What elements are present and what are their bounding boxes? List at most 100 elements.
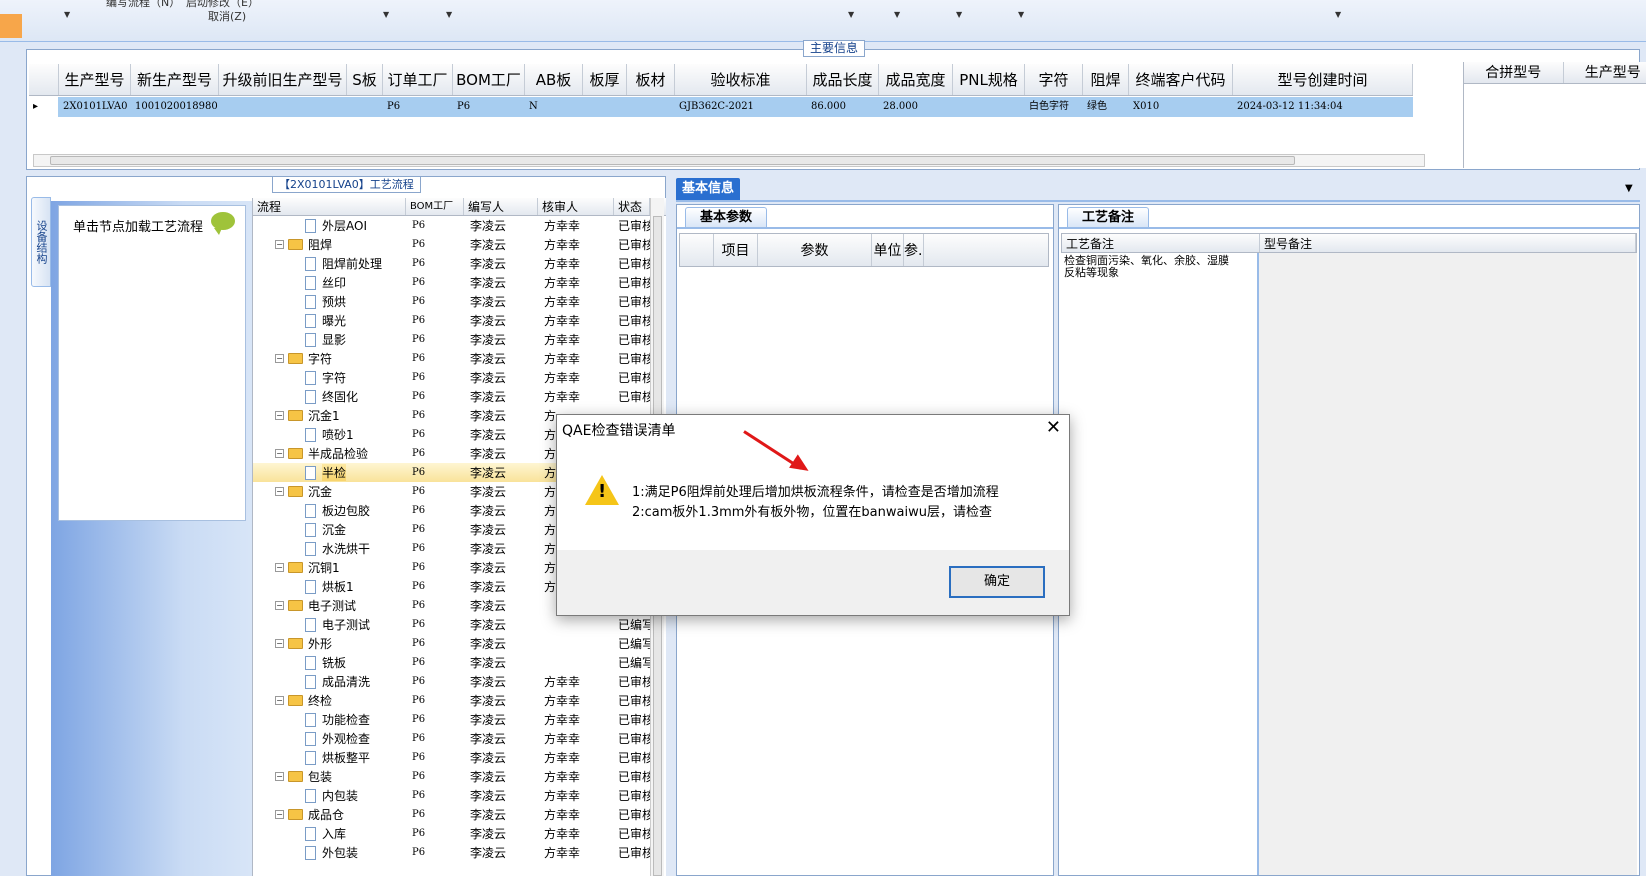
menu-cancel[interactable]: 取消(Z) bbox=[208, 8, 246, 24]
tree-cell-bom: P6 bbox=[412, 258, 426, 269]
close-icon[interactable]: ✕ bbox=[1046, 417, 1061, 438]
main-cell[interactable]: 2X0101LVA0 bbox=[59, 97, 131, 117]
tab-basic-params[interactable]: 基本参数 bbox=[685, 207, 768, 227]
dropdown-arrow-icon[interactable]: ▼ bbox=[446, 10, 452, 19]
tree-row[interactable]: 功能检查 P6 李凌云 方幸幸 已审核 bbox=[253, 710, 666, 729]
tree-row[interactable]: 入库 P6 李凌云 方幸幸 已审核 bbox=[253, 824, 666, 843]
collapse-icon[interactable]: − bbox=[275, 411, 284, 420]
chevron-down-icon[interactable]: ▼ bbox=[1625, 183, 1633, 194]
main-col-header[interactable]: 型号创建时间 bbox=[1233, 64, 1413, 95]
tree-row[interactable]: 铣板 P6 李凌云 已编写 bbox=[253, 653, 666, 672]
tree-row[interactable]: − 成品仓 P6 李凌云 方幸幸 已审核 bbox=[253, 805, 666, 824]
tab-craft-notes[interactable]: 工艺备注 bbox=[1067, 207, 1150, 227]
main-col-header[interactable]: 生产型号 bbox=[59, 64, 131, 95]
dropdown-arrow-icon[interactable]: ▼ bbox=[894, 10, 900, 19]
collapse-icon[interactable]: − bbox=[275, 449, 284, 458]
main-col-header[interactable]: 板厚 bbox=[583, 64, 627, 95]
main-cell[interactable]: P6 bbox=[453, 97, 525, 117]
dropdown-arrow-icon[interactable]: ▼ bbox=[1335, 10, 1341, 19]
main-col-header[interactable]: 成品宽度 bbox=[879, 64, 953, 95]
tree-row[interactable]: 电子测试 P6 李凌云 已编写 bbox=[253, 615, 666, 634]
tree-row[interactable]: 外包装 P6 李凌云 方幸幸 已审核 bbox=[253, 843, 666, 862]
file-icon bbox=[305, 503, 316, 518]
ok-button[interactable]: 确定 bbox=[949, 566, 1045, 598]
main-col-header[interactable]: 字符 bbox=[1025, 64, 1083, 95]
main-cell[interactable]: 绿色 bbox=[1083, 97, 1129, 117]
collapse-icon[interactable]: − bbox=[275, 772, 284, 781]
tree-row[interactable]: 曝光 P6 李凌云 方幸幸 已审核 bbox=[253, 311, 666, 330]
main-col-header[interactable]: 阻焊 bbox=[1083, 64, 1129, 95]
main-col-header[interactable]: 终端客户代码 bbox=[1129, 64, 1233, 95]
main-col-header[interactable]: AB板 bbox=[525, 64, 583, 95]
tree-row[interactable]: 终固化 P6 李凌云 方幸幸 已审核 bbox=[253, 387, 666, 406]
tree-row[interactable]: 外观检查 P6 李凌云 方幸幸 已审核 bbox=[253, 729, 666, 748]
tree-row[interactable]: − 终检 P6 李凌云 方幸幸 已审核 bbox=[253, 691, 666, 710]
scrollbar-thumb[interactable] bbox=[50, 156, 1295, 165]
app-accent-tab[interactable] bbox=[0, 14, 22, 38]
row-selector[interactable]: ▸ bbox=[29, 97, 59, 117]
main-cell[interactable]: 10010200189804 bbox=[131, 97, 219, 117]
main-cell[interactable] bbox=[627, 97, 675, 117]
main-col-header[interactable]: 验收标准 bbox=[675, 64, 807, 95]
main-col-header[interactable]: 订单工厂 bbox=[383, 64, 453, 95]
tree-row[interactable]: 阻焊前处理 P6 李凌云 方幸幸 已审核 bbox=[253, 254, 666, 273]
main-cell[interactable] bbox=[583, 97, 627, 117]
tree-cell-reviewer: 方幸幸 bbox=[544, 314, 581, 328]
main-cell[interactable]: 86.000 bbox=[807, 97, 879, 117]
tree-row[interactable]: − 字符 P6 李凌云 方幸幸 已审核 bbox=[253, 349, 666, 368]
folder-icon bbox=[288, 638, 303, 649]
tree-node-label: 铣板 bbox=[322, 656, 347, 670]
main-cell[interactable]: 28.000 bbox=[879, 97, 953, 117]
collapse-icon[interactable]: − bbox=[275, 354, 284, 363]
collapse-icon[interactable]: − bbox=[275, 810, 284, 819]
tree-cell-bom: P6 bbox=[412, 828, 426, 839]
dropdown-arrow-icon[interactable]: ▼ bbox=[64, 10, 70, 19]
collapse-icon[interactable]: − bbox=[275, 563, 284, 572]
tree-row[interactable]: 成品清洗 P6 李凌云 方幸幸 已审核 bbox=[253, 672, 666, 691]
tree-row[interactable]: 外层AOI P6 李凌云 方幸幸 已审核 bbox=[253, 216, 666, 235]
main-cell[interactable]: X010 bbox=[1129, 97, 1233, 117]
tree-row[interactable]: 丝印 P6 李凌云 方幸幸 已审核 bbox=[253, 273, 666, 292]
tab-device-structure[interactable]: 设备结构 bbox=[31, 197, 51, 287]
dropdown-arrow-icon[interactable]: ▼ bbox=[383, 10, 389, 19]
main-cell[interactable]: 白色字符 bbox=[1025, 97, 1083, 117]
collapse-icon[interactable]: − bbox=[275, 639, 284, 648]
main-col-header[interactable]: S板 bbox=[347, 64, 383, 95]
main-cell[interactable] bbox=[347, 97, 383, 117]
main-cell[interactable]: N bbox=[525, 97, 583, 117]
collapse-icon[interactable]: − bbox=[275, 240, 284, 249]
model-note-area[interactable] bbox=[1259, 253, 1637, 875]
main-grid-row[interactable]: ▸ 2X0101LVA0 10010200189804 P6 P6 N GJB362C-20… bbox=[29, 97, 1413, 117]
dropdown-arrow-icon[interactable]: ▼ bbox=[956, 10, 962, 19]
tree-row[interactable]: 显影 P6 李凌云 方幸幸 已审核 bbox=[253, 330, 666, 349]
craft-note-text[interactable]: 检查铜面污染、氧化、余胶、湿膜反粘等现象 bbox=[1061, 253, 1259, 875]
tree-row[interactable]: 字符 P6 李凌云 方幸幸 已审核 bbox=[253, 368, 666, 387]
tab-basic-info[interactable]: 基本信息 bbox=[676, 178, 741, 200]
dropdown-arrow-icon[interactable]: ▼ bbox=[848, 10, 854, 19]
tree-cell-reviewer: 方幸幸 bbox=[544, 333, 581, 347]
main-col-header[interactable]: 成品长度 bbox=[807, 64, 879, 95]
main-col-header[interactable]: BOM工厂 bbox=[453, 64, 525, 95]
main-col-header[interactable]: 板材 bbox=[627, 64, 675, 95]
tree-row[interactable]: − 外形 P6 李凌云 已编写 bbox=[253, 634, 666, 653]
tree-row[interactable]: − 阻焊 P6 李凌云 方幸幸 已审核 bbox=[253, 235, 666, 254]
main-col-header[interactable]: 升级前旧生产型号 bbox=[219, 64, 347, 95]
horizontal-scrollbar[interactable] bbox=[33, 154, 1425, 167]
main-cell[interactable]: 2024-03-12 11:34:04 bbox=[1233, 97, 1413, 117]
tree-row[interactable]: 内包装 P6 李凌云 方幸幸 已审核 bbox=[253, 786, 666, 805]
tree-row[interactable]: 预烘 P6 李凌云 方幸幸 已审核 bbox=[253, 292, 666, 311]
tree-row[interactable]: − 包装 P6 李凌云 方幸幸 已审核 bbox=[253, 767, 666, 786]
dropdown-arrow-icon[interactable]: ▼ bbox=[1018, 10, 1024, 19]
main-col-header[interactable]: 新生产型号 bbox=[131, 64, 219, 95]
tree-cell-bom: P6 bbox=[412, 600, 426, 611]
main-cell[interactable] bbox=[953, 97, 1025, 117]
collapse-icon[interactable]: − bbox=[275, 487, 284, 496]
tree-row[interactable]: 烘板整平 P6 李凌云 方幸幸 已审核 bbox=[253, 748, 666, 767]
collapse-icon[interactable]: − bbox=[275, 601, 284, 610]
menu-write-flow[interactable]: 编写流程（N） bbox=[106, 0, 180, 10]
main-cell[interactable]: P6 bbox=[383, 97, 453, 117]
main-cell[interactable]: GJB362C-2021 bbox=[675, 97, 807, 117]
main-col-header[interactable]: PNL规格 bbox=[953, 64, 1025, 95]
main-cell[interactable] bbox=[219, 97, 347, 117]
collapse-icon[interactable]: − bbox=[275, 696, 284, 705]
